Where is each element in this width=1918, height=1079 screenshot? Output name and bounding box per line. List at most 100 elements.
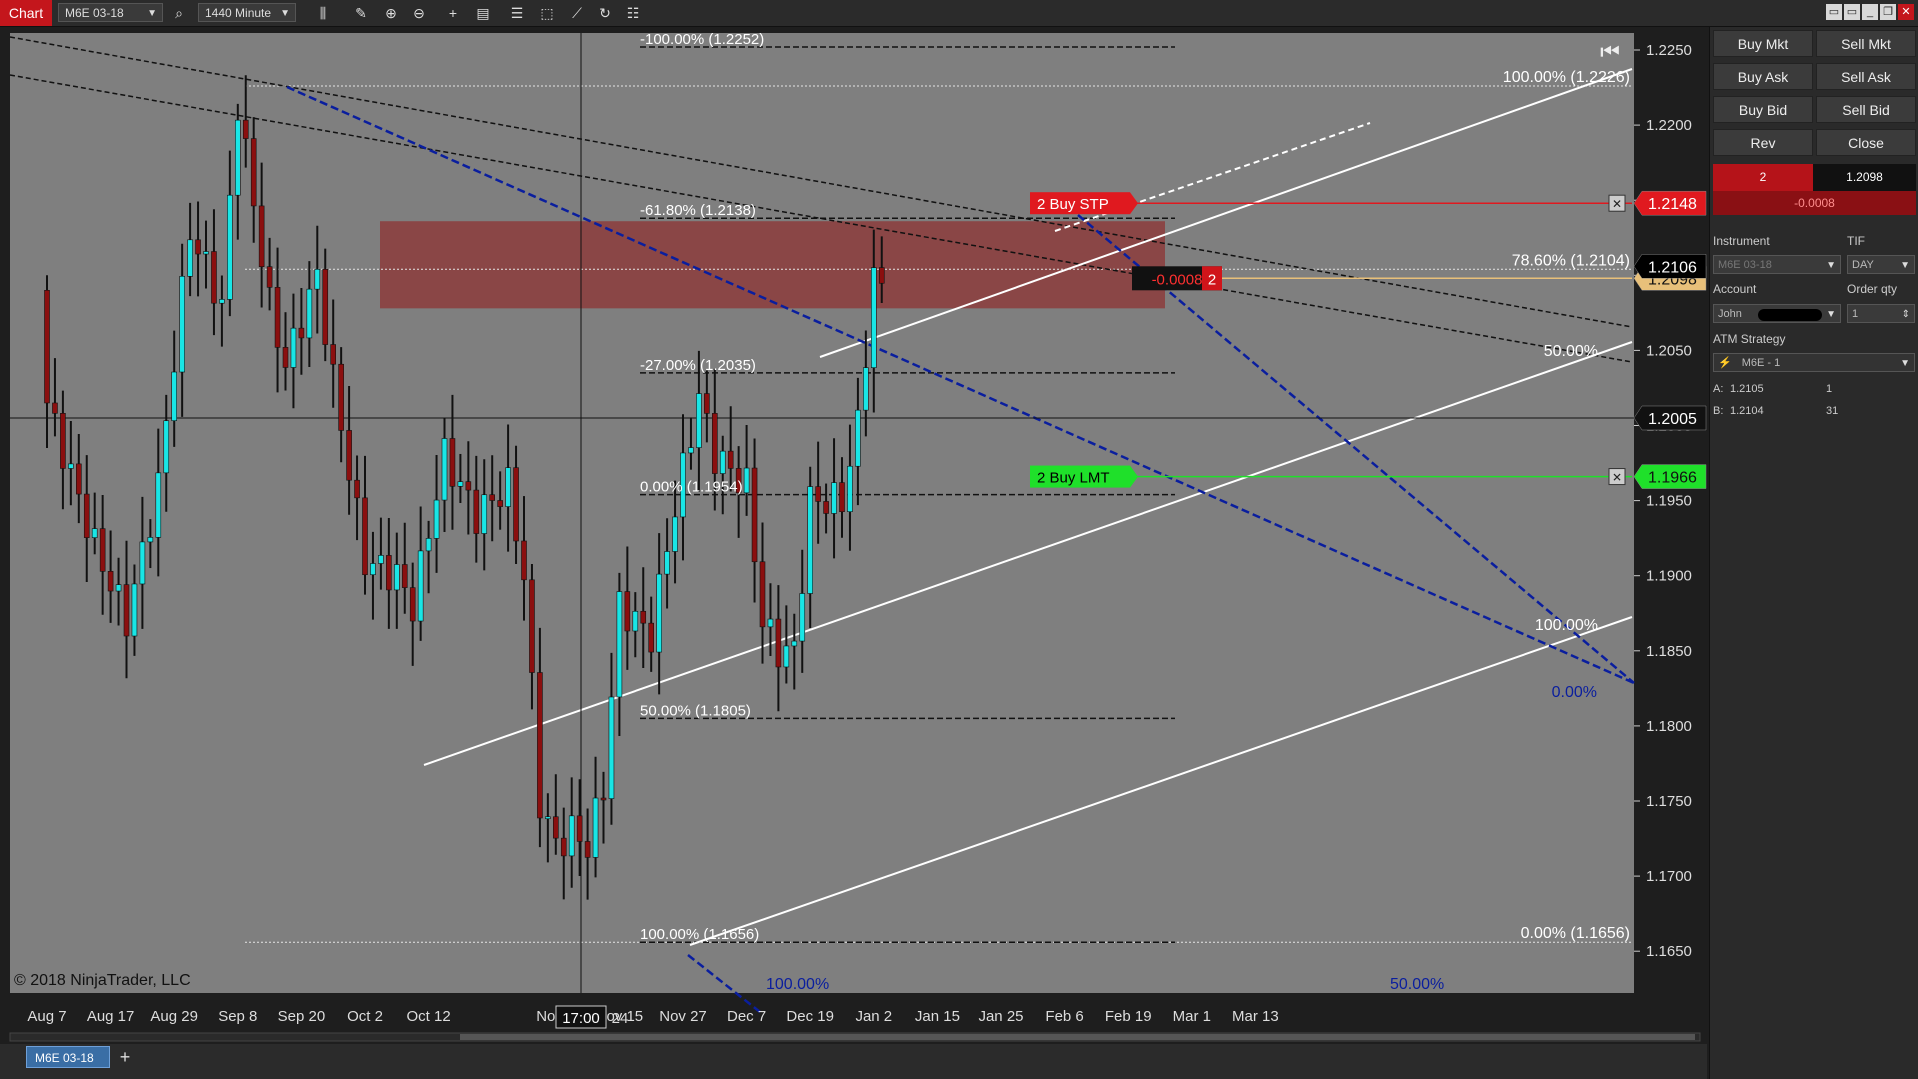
account-select[interactable]: John ▼ xyxy=(1713,304,1841,323)
properties-icon[interactable]: ☷ xyxy=(624,4,642,22)
tif-select[interactable]: DAY ▼ xyxy=(1847,255,1915,274)
draw-lines-icon[interactable]: ⟋ xyxy=(568,4,586,22)
search-icon[interactable]: ⌕ xyxy=(170,4,188,22)
instrument-selector[interactable]: M6E 03-18 ▼ xyxy=(58,3,163,22)
date-tick-label: Jan 25 xyxy=(978,1008,1023,1025)
lightning-icon: ⚡ xyxy=(1718,357,1732,369)
tile-icon[interactable]: ▭ xyxy=(1826,4,1842,20)
order-qty-stepper[interactable]: 1 ⇕ xyxy=(1847,304,1915,323)
bar-type-icon[interactable]: ⫼ xyxy=(314,4,332,22)
candle-body xyxy=(417,550,424,622)
tile-icon[interactable]: ▭ xyxy=(1844,4,1860,20)
fib-label-right: 100.00% (1.2226) xyxy=(1503,69,1630,86)
date-tick-label: Feb 19 xyxy=(1105,1008,1152,1025)
sell-bid-button[interactable]: Sell Bid xyxy=(1816,96,1916,123)
chevron-down-icon: ▼ xyxy=(147,8,157,19)
date-tick-label: Sep 8 xyxy=(218,1008,257,1025)
buy-market-button[interactable]: Buy Mkt xyxy=(1713,30,1813,57)
strategies-icon[interactable]: ⬚ xyxy=(538,4,556,22)
candle-body xyxy=(409,587,416,622)
buy-bid-button[interactable]: Buy Bid xyxy=(1713,96,1813,123)
fib-label-left: -27.00% (1.2035) xyxy=(640,357,756,374)
limit-price-tag-text: 1.1966 xyxy=(1648,470,1697,487)
crosshair-time-label: 17:00 xyxy=(562,1010,600,1027)
candle-body xyxy=(878,267,885,284)
fib-label-right: 0.00% (1.1656) xyxy=(1521,925,1630,942)
skip-to-end-icon[interactable]: ⏮ xyxy=(1600,39,1620,64)
date-tick-label: Mar 13 xyxy=(1232,1008,1279,1025)
bid-label: B: xyxy=(1713,405,1724,417)
crosshair-icon[interactable]: + xyxy=(444,4,462,22)
add-tab-icon[interactable]: + xyxy=(114,1046,136,1068)
candle-body xyxy=(552,816,559,839)
instrument-field[interactable]: M6E 03-18 ▼ xyxy=(1713,255,1841,274)
chart-tab[interactable]: Chart xyxy=(0,0,52,26)
reverse-button[interactable]: Rev xyxy=(1713,129,1813,156)
candle-body xyxy=(688,447,694,454)
candle-body xyxy=(759,561,766,628)
candle-body xyxy=(449,438,456,487)
close-icon[interactable]: ✕ xyxy=(1898,4,1914,20)
date-tick-label: Nov 27 xyxy=(659,1008,707,1025)
candle-body xyxy=(242,119,249,139)
data-box-icon[interactable]: ▤ xyxy=(474,4,492,22)
candle-body xyxy=(457,481,464,487)
candle-body xyxy=(839,482,845,513)
candle-body xyxy=(576,815,583,842)
close-position-button[interactable]: Close xyxy=(1816,129,1916,156)
candle-body xyxy=(545,816,551,820)
price-tick-label: 1.1800 xyxy=(1646,718,1692,735)
sell-market-button[interactable]: Sell Mkt xyxy=(1816,30,1916,57)
candle-body xyxy=(76,463,82,495)
candle-body xyxy=(378,555,384,564)
indicators-icon[interactable]: ☰ xyxy=(508,4,526,22)
candle-body xyxy=(497,500,503,507)
candle-body xyxy=(719,450,726,474)
drawing-tool-icon[interactable]: ✎ xyxy=(352,4,370,22)
date-tick-label: Mar 1 xyxy=(1173,1008,1211,1025)
tif-value: DAY xyxy=(1852,259,1874,271)
atm-strategy-select[interactable]: ⚡ M6E - 1 ▼ xyxy=(1713,353,1915,372)
price-chart[interactable]: -100.00% (1.2252) -61.80% (1.2138) -27.00%… xyxy=(0,27,1707,1043)
candle-body xyxy=(266,266,273,288)
stepper-arrows-icon: ⇕ xyxy=(1901,309,1910,320)
reload-icon[interactable]: ↻ xyxy=(596,4,614,22)
zoom-out-icon[interactable]: ⊖ xyxy=(410,4,428,22)
minimize-icon[interactable]: _ xyxy=(1862,4,1878,20)
candle-body xyxy=(52,402,58,414)
candle-body xyxy=(147,537,154,543)
date-tick-label: Feb 6 xyxy=(1045,1008,1083,1025)
candle-body xyxy=(696,393,702,448)
chevron-down-icon: ▼ xyxy=(1826,309,1836,320)
restore-icon[interactable]: ❐ xyxy=(1880,4,1896,20)
chart-tab-m6e[interactable]: M6E 03-18 xyxy=(26,1046,110,1068)
candle-body xyxy=(664,551,670,575)
date-tick-label: Oct 12 xyxy=(407,1008,451,1025)
chart-area[interactable]: -100.00% (1.2252) -61.80% (1.2138) -27.00%… xyxy=(0,27,1707,1079)
candle-body xyxy=(338,363,344,431)
candle-body xyxy=(783,645,790,668)
candle-body xyxy=(163,420,170,474)
candle-body xyxy=(433,499,440,539)
crosshair-price-tag-text: 1.2005 xyxy=(1648,411,1697,428)
chart-trader-panel: Buy Mkt Sell Mkt Buy Ask Sell Ask Buy Bi… xyxy=(1709,27,1918,1079)
candle-body xyxy=(521,540,527,581)
price-tick-label: 1.1900 xyxy=(1646,568,1692,585)
candle-body xyxy=(330,344,337,365)
instrument-label: Instrument xyxy=(1713,234,1770,248)
interval-selector[interactable]: 1440 Minute ▼ xyxy=(198,3,296,22)
candle-body xyxy=(870,267,877,368)
fib-label-left: 0.00% (1.1954) xyxy=(640,479,743,496)
candle-body xyxy=(219,299,225,304)
buy-ask-button[interactable]: Buy Ask xyxy=(1713,63,1813,90)
candle-body xyxy=(195,239,201,255)
price-tick-label: 1.1850 xyxy=(1646,643,1692,660)
scrollbar-thumb[interactable] xyxy=(460,1034,1695,1040)
atm-strategy-label: ATM Strategy xyxy=(1713,332,1786,346)
date-tick-label: Dec 7 xyxy=(727,1008,766,1025)
chevron-down-icon: ▼ xyxy=(1826,260,1836,271)
sell-ask-button[interactable]: Sell Ask xyxy=(1816,63,1916,90)
candle-body xyxy=(775,618,782,668)
chevron-down-icon: ▼ xyxy=(1900,358,1910,369)
zoom-in-icon[interactable]: ⊕ xyxy=(382,4,400,22)
